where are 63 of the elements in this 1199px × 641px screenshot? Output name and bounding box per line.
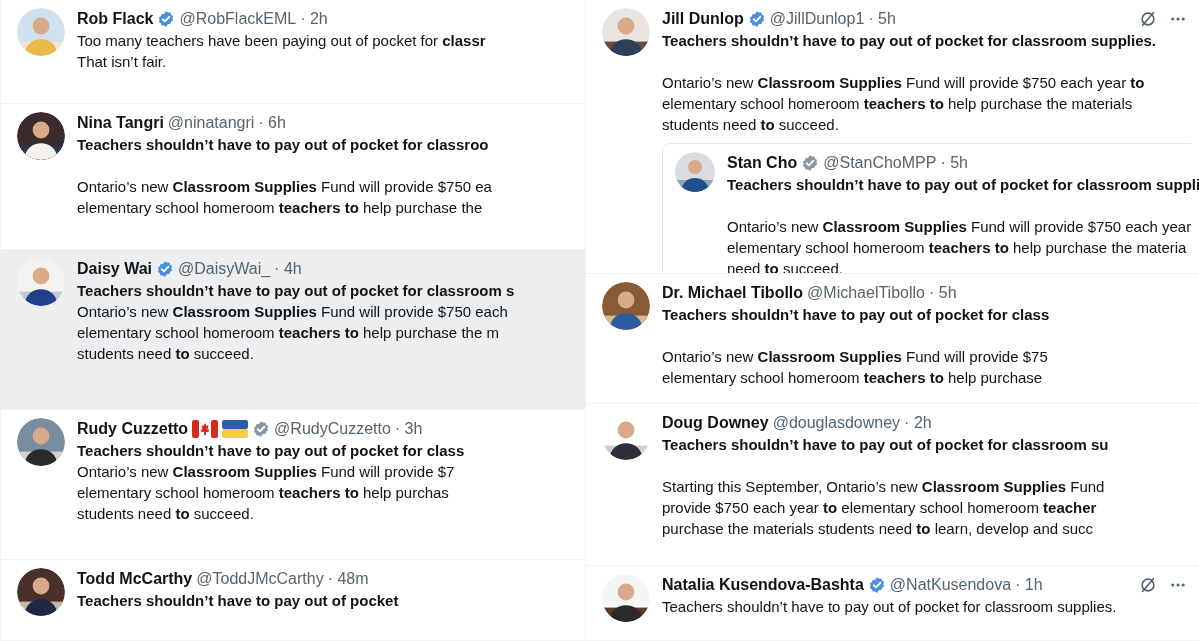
- author-name[interactable]: Todd McCarthy: [77, 568, 193, 590]
- tweet-text-line: Starting this September, Ontario’s new Classroom Supplies Fund: [662, 477, 1106, 497]
- author-handle[interactable]: @RudyCuzzetto: [274, 418, 391, 440]
- post-time: · 4h: [274, 259, 302, 279]
- tweet-headline: Teachers shouldn’t have to pay out of pocket for classroom su: [662, 435, 1110, 455]
- author-handle[interactable]: @StanChoMPP: [823, 152, 937, 174]
- post-time: · 5h: [940, 153, 968, 173]
- post-time: · 1h: [1015, 575, 1043, 595]
- tweet-text-line: Ontario’s new Classroom Supplies Fund will provide $7: [77, 462, 456, 482]
- author-name[interactable]: Daisy Wai: [77, 258, 152, 280]
- author-handle[interactable]: @douglasdowney: [772, 412, 901, 434]
- tweet-text-line: Ontario’s new Classroom Supplies Fund will provide $750 ea: [77, 177, 493, 197]
- author-handle[interactable]: @RobFlackEML: [179, 8, 297, 30]
- tweet-headline: Teachers shouldn’t have to pay out of pocket for classroo: [77, 135, 490, 155]
- tweet-headline: Teachers shouldn’t have to pay out of pocket for class: [77, 441, 466, 461]
- post-time: · 2h: [904, 413, 932, 433]
- tweet-text-line: students need to succeed.: [662, 115, 840, 135]
- tweet-text-line: elementary school homeroom teachers to help purchase the materials: [662, 94, 1134, 114]
- tweet-headline: Teachers shouldn’t have to pay out of pocket for classroom supplies.: [662, 31, 1157, 51]
- tweet-text-line: Ontario’s new Classroom Supplies Fund will provide $75: [662, 347, 1049, 367]
- canada-flag-icon: [192, 420, 219, 438]
- tweet-text-line: Teachers shouldn’t have to pay out of pocket for classroom supplies.: [662, 597, 1118, 617]
- tweet-text-line: students need to succeed.: [77, 504, 255, 524]
- tweet-text-line: Ontario’s new Classroom Supplies Fund will provide $750 each year to: [662, 73, 1146, 93]
- author-handle[interactable]: @MichaelTibollo: [807, 282, 925, 304]
- author-name[interactable]: Dr. Michael Tibollo: [662, 282, 804, 304]
- post-time: · 2h: [300, 9, 328, 29]
- author-handle[interactable]: @DaisyWai_: [178, 258, 271, 280]
- tweet-headline: Teachers shouldn’t have to pay out of pocket for classroom suppli: [727, 175, 1199, 195]
- tweet-text-line: students need to succeed.: [77, 344, 255, 364]
- author-handle[interactable]: @ninatangri: [167, 112, 255, 134]
- author-name[interactable]: Nina Tangri: [77, 112, 164, 134]
- author-handle[interactable]: @JillDunlop1: [769, 8, 865, 30]
- slashed-circle-icon[interactable]: [1139, 10, 1157, 28]
- author-name[interactable]: Rob Flack: [77, 8, 154, 30]
- ukraine-flag-icon: [222, 420, 249, 438]
- post-time: · 3h: [394, 419, 423, 439]
- tweet-text-line: elementary school homeroom teachers to help purchase: [662, 368, 1044, 388]
- tweet-text-line: elementary school homeroom teachers to help purchase the: [77, 198, 484, 218]
- tweet-text-line: provide $750 each year to elementary school homeroom teacher: [662, 498, 1098, 518]
- tweet-headline: Teachers shouldn’t have to pay out of pocket: [77, 591, 400, 611]
- tweet-text-line: purchase the materials students need to learn, develop and succ: [662, 519, 1095, 539]
- author-handle[interactable]: @ToddJMcCarthy: [196, 568, 324, 590]
- post-time: · 5h: [929, 283, 957, 303]
- tweet-text-line: Ontario’s new Classroom Supplies Fund will provide $750 each year: [727, 217, 1193, 237]
- slashed-circle-icon[interactable]: [1139, 576, 1157, 594]
- tweet-text-line: elementary school homeroom teachers to help purchase the m: [77, 323, 500, 343]
- author-name[interactable]: Natalia Kusendova-Bashta: [662, 574, 864, 596]
- post-time: · 5h: [868, 9, 896, 29]
- tweet-headline: Teachers shouldn’t have to pay out of pocket for classroom s: [77, 281, 516, 301]
- post-time: · 6h: [258, 113, 286, 133]
- tweet-text-line: Too many teachers have been paying out of pocket for classr: [77, 31, 487, 51]
- author-handle[interactable]: @NatKusendova: [889, 574, 1012, 596]
- author-name[interactable]: Jill Dunlop: [662, 8, 744, 30]
- tweet-text-line: That isn’t fair.: [77, 52, 168, 72]
- author-name[interactable]: Doug Downey: [662, 412, 769, 434]
- tweet-text-line: elementary school homeroom teachers to help purchas: [77, 483, 450, 503]
- tweet-text-line: elementary school homeroom teachers to help purchase the materia: [727, 238, 1188, 258]
- post-time: · 48m: [327, 569, 369, 589]
- tweet-headline: Teachers shouldn’t have to pay out of pocket for class: [662, 305, 1051, 325]
- tweet-text-line: Ontario’s new Classroom Supplies Fund will provide $750 each: [77, 302, 509, 322]
- author-name[interactable]: Rudy Cuzzetto: [77, 418, 189, 440]
- author-name[interactable]: Stan Cho: [727, 152, 798, 174]
